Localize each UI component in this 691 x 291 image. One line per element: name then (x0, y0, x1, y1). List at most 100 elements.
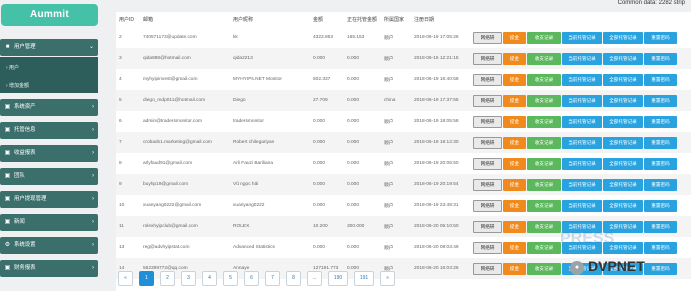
view-button[interactable]: 网络研 (473, 199, 502, 212)
all-hosting-record-button[interactable]: 全部托管记录 (603, 178, 643, 191)
view-button[interactable]: 网络研 (473, 52, 502, 65)
current-hosting-record-button[interactable]: 当前托管记录 (562, 178, 602, 191)
submenu-item-users[interactable]: › 用户 (6, 64, 19, 71)
income-record-button[interactable]: 收支记录 (527, 52, 561, 65)
withdraw-button[interactable]: 提金 (503, 52, 526, 65)
withdraw-button[interactable]: 提金 (503, 262, 526, 275)
current-hosting-record-button[interactable]: 当前托管记录 (562, 199, 602, 212)
sidebar-item-system-assets[interactable]: ▣ 系统资产 › (0, 99, 98, 116)
reset-password-button[interactable]: 重置密码 (644, 199, 677, 212)
cell-hosted-amount: 0.000 (344, 90, 381, 111)
column-header-email[interactable]: 邮箱 (140, 12, 230, 27)
view-button[interactable]: 网络研 (473, 31, 502, 44)
income-record-button[interactable]: 收支记录 (527, 157, 561, 170)
reset-password-button[interactable]: 重置密码 (644, 94, 677, 107)
cell-hosted-amount: 165.153 (347, 35, 365, 40)
pagination-page-4[interactable]: 4 (202, 271, 217, 286)
column-header-country[interactable]: 所属国家 (381, 12, 411, 27)
all-hosting-record-button[interactable]: 全部托管记录 (603, 73, 643, 86)
pagination-page-1[interactable]: 1 (139, 271, 154, 286)
all-hosting-record-button[interactable]: 全部托管记录 (603, 94, 643, 107)
withdraw-button[interactable]: 提金 (503, 136, 526, 149)
cell-nickname: Robert chilegariyan (230, 132, 310, 153)
sidebar-item-news[interactable]: ▣ 新闻 › (0, 214, 98, 231)
reset-password-button[interactable]: 重置密码 (644, 52, 677, 65)
row-actions: 网络研提金收支记录当前托管记录全部托管记录重置密码 (471, 195, 691, 216)
all-hosting-record-button[interactable]: 全部托管记录 (603, 136, 643, 149)
income-record-button[interactable]: 收支记录 (527, 94, 561, 107)
reset-password-button[interactable]: 重置密码 (644, 73, 677, 86)
all-hosting-record-button[interactable]: 全部托管记录 (603, 115, 643, 128)
table-row: 6 admin@tradersmonitor.com tradersmonitor 0… (116, 111, 691, 132)
view-button[interactable]: 网络研 (473, 115, 502, 128)
all-hosting-record-button[interactable]: 全部托管记录 (603, 31, 643, 44)
current-hosting-record-button[interactable]: 当前托管记录 (562, 52, 602, 65)
view-button[interactable]: 网络研 (473, 94, 502, 107)
view-button[interactable]: 网络研 (473, 241, 502, 254)
sidebar-item-team[interactable]: ▣ 团队 › (0, 168, 98, 185)
reset-password-button[interactable]: 重置密码 (644, 157, 677, 170)
all-hosting-record-button[interactable]: 全部托管记录 (603, 199, 643, 212)
table-row: 8 arlyfaud91@gmail.com Arli Fauzi Barilian… (116, 153, 691, 174)
income-record-button[interactable]: 收支记录 (527, 73, 561, 86)
all-hosting-record-button[interactable]: 全部托管记录 (603, 157, 643, 170)
view-button[interactable]: 网络研 (473, 157, 502, 170)
column-header-amount[interactable]: 金额 (310, 12, 344, 27)
current-hosting-record-button[interactable]: 当前托管记录 (562, 31, 602, 44)
withdraw-button[interactable]: 提金 (503, 157, 526, 170)
current-hosting-record-button[interactable]: 当前托管记录 (562, 73, 602, 86)
pagination-page-190[interactable]: 190 (328, 271, 348, 286)
withdraw-button[interactable]: 提金 (503, 31, 526, 44)
sidebar-item-income-report[interactable]: ▣ 收益报表 › (0, 145, 98, 162)
withdraw-button[interactable]: 提金 (503, 241, 526, 254)
pagination-page-6[interactable]: 6 (244, 271, 259, 286)
reset-password-button[interactable]: 重置密码 (644, 136, 677, 149)
cell-amount: 27.709 (310, 90, 344, 111)
pagination-prev[interactable]: « (118, 271, 133, 286)
withdraw-button[interactable]: 提金 (503, 178, 526, 191)
pagination-page-2[interactable]: 2 (160, 271, 175, 286)
row-actions: 网络研提金收支记录当前托管记录全部托管记录重置密码 (471, 174, 691, 195)
income-record-button[interactable]: 收支记录 (527, 136, 561, 149)
current-hosting-record-button[interactable]: 当前托管记录 (562, 115, 602, 128)
current-hosting-record-button[interactable]: 当前托管记录 (562, 94, 602, 107)
sidebar-item-user-management[interactable]: ■ 用户管理 ⌄ (0, 39, 98, 56)
pagination-page-7[interactable]: 7 (265, 271, 280, 286)
sidebar-item-withdrawal-management[interactable]: ▣ 用户提现管理 › (0, 191, 98, 208)
view-button[interactable]: 网络研 (473, 262, 502, 275)
reset-password-button[interactable]: 重置密码 (644, 115, 677, 128)
income-record-button[interactable]: 收支记录 (527, 115, 561, 128)
pagination-page-8[interactable]: 8 (286, 271, 301, 286)
column-header-id[interactable]: 用户ID (116, 12, 140, 27)
withdraw-button[interactable]: 提金 (503, 199, 526, 212)
withdraw-button[interactable]: 提金 (503, 73, 526, 86)
income-record-button[interactable]: 收支记录 (527, 31, 561, 44)
current-hosting-record-button[interactable]: 当前托管记录 (562, 157, 602, 170)
view-button[interactable]: 网络研 (473, 73, 502, 86)
all-hosting-record-button[interactable]: 全部托管记录 (603, 52, 643, 65)
reset-password-button[interactable]: 重置密码 (644, 31, 677, 44)
cell-country: 顺户 (381, 174, 411, 195)
reset-password-button[interactable]: 重置密码 (644, 178, 677, 191)
pagination-page-5[interactable]: 5 (223, 271, 238, 286)
withdraw-button[interactable]: 提金 (503, 220, 526, 233)
income-record-button[interactable]: 收支记录 (527, 178, 561, 191)
withdraw-button[interactable]: 提金 (503, 94, 526, 107)
column-header-hosted-amount[interactable]: 正在托管金额 (344, 12, 381, 27)
brand-logo[interactable]: Aummit (1, 4, 98, 26)
sidebar-item-system-settings[interactable]: ⚙ 系统设置 › (0, 237, 98, 254)
view-button[interactable]: 网络研 (473, 220, 502, 233)
sidebar-item-finance-report[interactable]: ▣ 财务报表 › (0, 260, 98, 277)
withdraw-button[interactable]: 提金 (503, 115, 526, 128)
view-button[interactable]: 网络研 (473, 178, 502, 191)
pagination-page-191[interactable]: 191 (354, 271, 374, 286)
pagination-next[interactable]: » (380, 271, 395, 286)
sidebar-item-hosting-info[interactable]: ▣ 托管信息 › (0, 122, 98, 139)
submenu-item-add-amount[interactable]: › 增加金额 (6, 82, 29, 89)
income-record-button[interactable]: 收支记录 (527, 199, 561, 212)
column-header-nickname[interactable]: 用户昵称 (230, 12, 310, 27)
column-header-register-date[interactable]: 注册日期 (411, 12, 471, 27)
pagination-page-3[interactable]: 3 (181, 271, 196, 286)
view-button[interactable]: 网络研 (473, 136, 502, 149)
current-hosting-record-button[interactable]: 当前托管记录 (562, 136, 602, 149)
